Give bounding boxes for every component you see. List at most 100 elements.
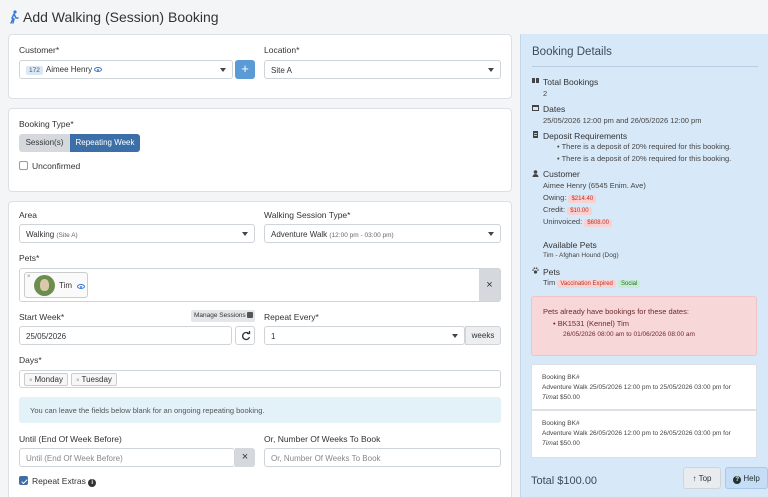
- clear-until-button[interactable]: ×: [235, 448, 255, 467]
- customer-heading: Customer: [543, 169, 580, 179]
- booking-total: Total $100.00: [531, 475, 598, 487]
- clear-pets-button[interactable]: ×: [479, 269, 500, 301]
- external-link-icon: [247, 312, 254, 319]
- booking-summary-card: Booking BK# Adventure Walk 26/05/2026 12…: [531, 410, 757, 458]
- deposit-item: • There is a deposit of 20% required for…: [557, 142, 732, 151]
- help-button[interactable]: ? Help: [725, 467, 768, 489]
- pet-row: Tim Vaccination Expired Social: [543, 278, 641, 288]
- document-icon: [533, 131, 538, 138]
- customer-id-badge: 172: [26, 66, 43, 75]
- remove-pet-icon[interactable]: ×: [27, 274, 31, 280]
- uninvoiced-badge: $608.00: [584, 219, 612, 227]
- chevron-down-icon: [220, 68, 226, 72]
- view-eye-icon[interactable]: [94, 67, 103, 73]
- walking-person-icon: [10, 10, 19, 24]
- area-label: Area: [19, 210, 37, 220]
- social-badge: Social: [618, 280, 641, 288]
- pet-name: Tim: [59, 281, 73, 290]
- deposit-label: Deposit Requirements: [543, 131, 628, 141]
- until-label: Until (End Of Week Before): [19, 434, 122, 444]
- info-alert-text: You can leave the fields below blank for…: [30, 406, 265, 415]
- start-week-label: Start Week*: [19, 312, 65, 322]
- repeating-week-toggle-button[interactable]: Repeating Week: [70, 134, 140, 152]
- user-icon: [532, 170, 539, 177]
- num-weeks-input[interactable]: Or, Number Of Weeks To Book: [264, 448, 501, 467]
- conflict-alert-title: Pets already have bookings for these dat…: [543, 307, 689, 316]
- location-label: Location*: [264, 45, 300, 55]
- day-tag-label: Tuesday: [81, 375, 112, 384]
- start-week-value: 25/05/2026: [26, 332, 67, 341]
- booking-summary-card: Booking BK# Adventure Walk 25/05/2026 12…: [531, 364, 757, 410]
- scroll-top-button[interactable]: ↑ Top: [683, 467, 721, 489]
- view-eye-icon[interactable]: [77, 284, 85, 289]
- conflict-alert: Pets already have bookings for these dat…: [531, 296, 757, 356]
- chevron-down-icon: [242, 232, 248, 236]
- question-icon: ?: [733, 476, 742, 484]
- info-icon[interactable]: i: [88, 479, 97, 487]
- calendar-icon: [532, 105, 539, 111]
- customer-select[interactable]: 172 Aimee Henry: [19, 60, 233, 79]
- manage-sessions-button[interactable]: Manage Sessions: [191, 310, 255, 322]
- start-week-input[interactable]: 25/05/2026: [19, 326, 232, 345]
- weeks-addon: weeks: [465, 326, 501, 345]
- area-select[interactable]: Walking (Site A): [19, 224, 255, 243]
- dates-value: 25/05/2026 12:00 pm and 26/05/2026 12:00…: [543, 116, 702, 125]
- booking-title: Booking BK#: [542, 420, 580, 427]
- area-value: Walking: [26, 230, 55, 239]
- paw-icon: [532, 267, 539, 274]
- day-tag[interactable]: × Monday: [24, 373, 68, 386]
- booking-pet-price: Timat $50.00: [542, 440, 580, 447]
- owing-row: Owing: $214.40: [543, 193, 597, 203]
- credit-badge: $10.00: [567, 207, 592, 215]
- arrow-up-icon: ↑: [692, 474, 697, 483]
- vaccination-badge: Vaccination Expired: [557, 280, 616, 288]
- repeat-every-label: Repeat Every*: [264, 312, 319, 322]
- owing-badge: $214.40: [568, 195, 597, 203]
- booking-title: Booking BK#: [542, 374, 580, 381]
- location-value: Site A: [271, 66, 292, 75]
- chevron-down-icon: [488, 232, 494, 236]
- booking-details-title: Booking Details: [532, 46, 612, 58]
- session-type-select[interactable]: Adventure Walk (12:00 pm - 03:00 pm): [264, 224, 501, 243]
- day-tag[interactable]: × Tuesday: [70, 373, 117, 386]
- credit-row: Credit: $10.00: [543, 205, 592, 215]
- info-alert: You can leave the fields below blank for…: [19, 397, 501, 423]
- pet-chip[interactable]: × Tim: [24, 272, 88, 298]
- day-tag-label: Monday: [34, 375, 63, 384]
- booking-pet-price: Timat $50.00: [542, 394, 580, 401]
- days-multiselect[interactable]: × Monday × Tuesday: [19, 370, 501, 388]
- until-placeholder: Until (End Of Week Before): [26, 454, 123, 463]
- days-label: Days*: [19, 355, 42, 365]
- conflict-dates: 26/05/2026 08:00 am to 01/06/2026 08:00 …: [563, 331, 695, 338]
- chevron-down-icon: [488, 68, 494, 72]
- pets-multiselect[interactable]: × Tim ×: [19, 268, 501, 302]
- total-bookings-label: Total Bookings: [543, 77, 599, 87]
- pets-heading: Pets: [543, 267, 561, 277]
- booking-type-label: Booking Type*: [19, 119, 74, 129]
- num-weeks-label: Or, Number Of Weeks To Book: [264, 434, 381, 444]
- total-bookings-value: 2: [543, 89, 548, 98]
- session-type-time: (12:00 pm - 03:00 pm): [329, 232, 394, 239]
- repeat-extras-text: Repeat Extras: [32, 476, 86, 486]
- divider: [532, 66, 758, 67]
- book-icon: [532, 78, 539, 83]
- add-customer-button[interactable]: +: [235, 60, 255, 79]
- repeat-extras-label: Repeat Extras i: [32, 476, 97, 487]
- refresh-button[interactable]: [235, 326, 255, 345]
- available-pets-label: Available Pets: [543, 240, 597, 250]
- num-weeks-placeholder: Or, Number Of Weeks To Book: [271, 454, 381, 463]
- page-header: Add Walking (Session) Booking: [0, 0, 768, 34]
- repeat-every-value: 1: [271, 332, 276, 341]
- location-select[interactable]: Site A: [264, 60, 501, 79]
- unconfirmed-label: Unconfirmed: [32, 161, 81, 171]
- repeat-extras-checkbox[interactable]: [19, 476, 28, 485]
- until-input[interactable]: Until (End Of Week Before): [19, 448, 235, 467]
- uninvoiced-row: Uninvoiced: $608.00: [543, 217, 612, 227]
- repeat-every-select[interactable]: 1: [264, 326, 465, 345]
- customer-name: Aimee Henry: [45, 65, 93, 74]
- session-type-value: Adventure Walk: [271, 230, 328, 239]
- booking-line: Adventure Walk 25/05/2026 12:00 pm to 25…: [542, 384, 731, 391]
- session-toggle-button[interactable]: Session(s): [19, 134, 70, 152]
- area-site: (Site A): [56, 232, 78, 239]
- unconfirmed-checkbox[interactable]: [19, 161, 28, 170]
